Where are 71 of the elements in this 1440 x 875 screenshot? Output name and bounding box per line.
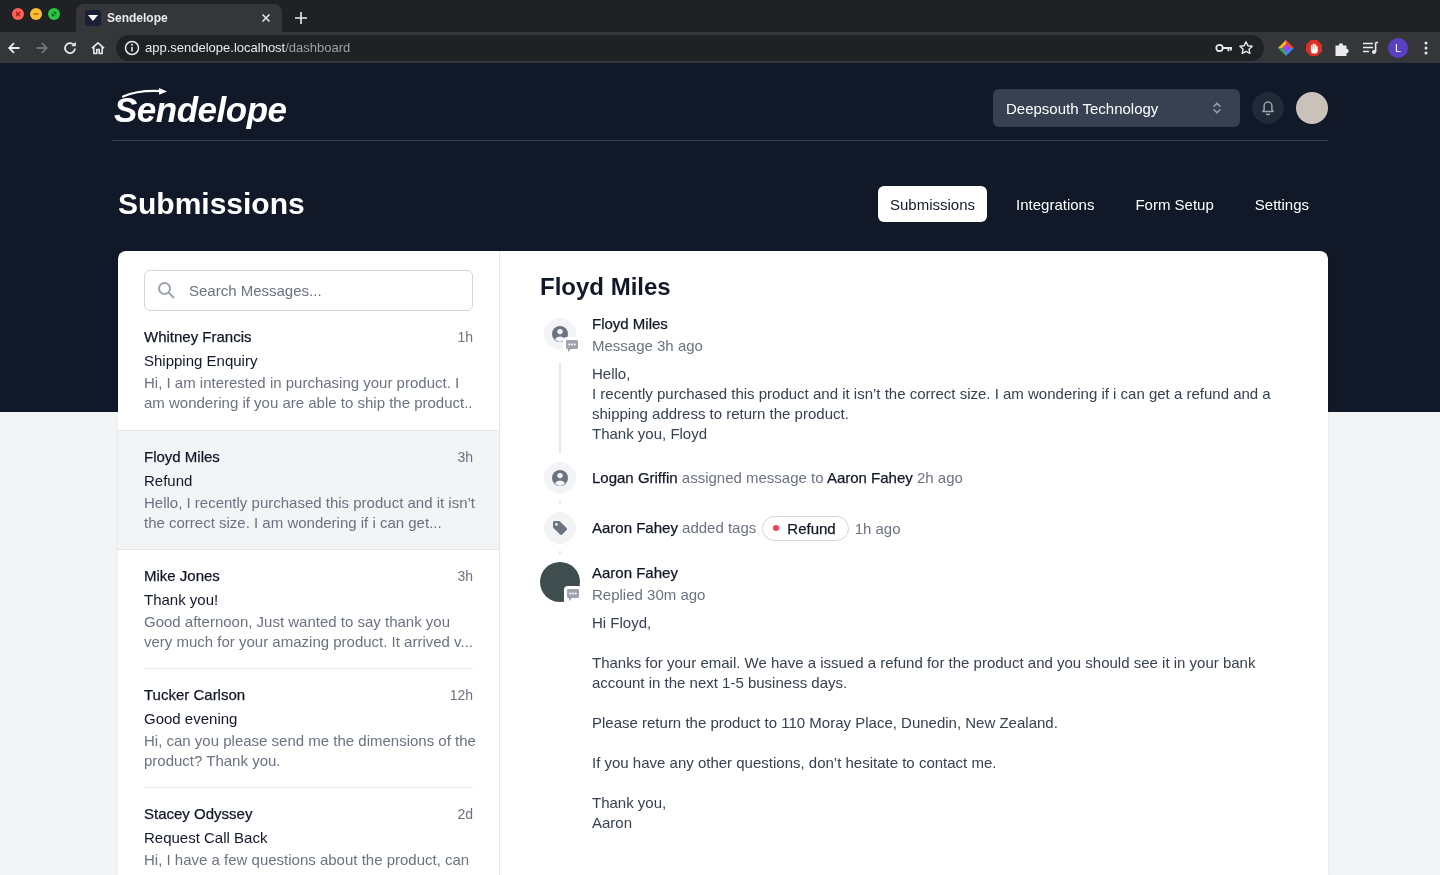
message-subject: Good evening (144, 709, 239, 729)
message-preview: Hi, I have a few questions about the product, can (144, 850, 471, 870)
message-paragraph: Hi Floyd, (592, 613, 653, 633)
nav-tab[interactable]: Form Setup (1123, 186, 1226, 222)
color-wheel-icon[interactable] (1277, 38, 1295, 57)
info-icon[interactable] (124, 39, 140, 56)
swoosh-arrow-icon (122, 88, 168, 98)
logo-text[interactable]: Sendelope (114, 92, 287, 128)
message-preview: Hi, I am interested in purchasing your product. I am wondering if you are able to ship the product.. (144, 373, 474, 413)
message-item[interactable]: Stacey Odyssey 2d Request Call Back Hi, I have a few questions about the product, can (118, 788, 499, 872)
message-time: 12h (449, 686, 473, 705)
tab-title: Sendelope (107, 11, 169, 25)
message-preview: Hello, I recently purchased this product and it isn’t the correct size. I am wondering if i can get... (144, 493, 476, 533)
message-time: 3h (457, 448, 473, 467)
message-preview: Hi, can you please send me the dimensions of the product? Thank you. (144, 731, 476, 771)
message-paragraph: Hello, I recently purchased this product and it isn’t the correct size. I am wondering if i can get a refund and a shipping address to return the product. Thank you, Floyd (592, 364, 1272, 444)
reload-icon[interactable] (62, 39, 78, 56)
message-meta: Replied 30m ago (592, 585, 707, 605)
message-subject: Shipping Enquiry (144, 351, 259, 371)
sender-name: Floyd Miles (144, 447, 220, 467)
home-icon[interactable] (90, 39, 106, 56)
window-close-icon[interactable] (12, 8, 24, 20)
nav-tab[interactable]: Integrations (1004, 186, 1107, 222)
nav-tab[interactable]: Submissions (878, 186, 988, 222)
search-field[interactable]: Search Messages... (144, 270, 473, 311)
author-name: Aaron Fahey (592, 563, 679, 583)
activity-text: Aaron Fahey added tags (592, 518, 757, 538)
message-time: 2d (457, 805, 473, 824)
message-time: 1h (457, 328, 473, 347)
sender-name: Stacey Odyssey (144, 804, 253, 824)
message-subject: Thank you! (144, 590, 220, 610)
sender-name: Whitney Francis (144, 327, 252, 347)
browser-tab[interactable]: Sendelope (76, 4, 282, 32)
window-minimize-icon[interactable] (30, 8, 42, 20)
profile-button[interactable]: L (1388, 37, 1408, 58)
message-paragraph: If you have any other questions, don’t hesitate to contact me. (592, 753, 998, 773)
sender-name: Tucker Carlson (144, 685, 246, 705)
page-title: Submissions (118, 186, 305, 222)
message-meta: Message 3h ago (592, 336, 704, 356)
message-item[interactable]: Tucker Carlson 12h Good evening Hi, can you please send me the dimensions of the product? Thank you. (118, 669, 499, 788)
search-icon (157, 281, 175, 299)
message-paragraph: Thanks for your email. We have a issued a refund for the product and you should see it in your bank account in the next 1-5 business days. (592, 653, 1257, 693)
message-time: 3h (457, 567, 473, 586)
chat-bubble-icon (563, 337, 581, 355)
bell-icon[interactable] (1252, 92, 1284, 124)
user-icon (544, 462, 576, 494)
activity-time: 1h ago (854, 519, 901, 537)
tag-label: Refund (787, 519, 836, 537)
conversation-title: Floyd Miles (540, 273, 672, 301)
message-paragraph: Please return the product to 110 Moray Place, Dunedin, New Zealand. (592, 713, 1059, 733)
url-text: app.sendelope.localhost/dashboard (145, 40, 351, 55)
message-subject: Refund (144, 471, 194, 491)
nav-tab[interactable]: Settings (1242, 186, 1321, 222)
message-subject: Request Call Back (144, 828, 269, 848)
message-item[interactable]: Whitney Francis 1h Shipping Enquiry Hi, I am interested in purchasing your product. I am wondering if you are able to ship the product.. (118, 311, 499, 430)
message-item[interactable]: Floyd Miles 3h Refund Hello, I recently purchased this product and it isn’t the correct size. I am wondering if i can get... (118, 430, 499, 550)
workspace-select[interactable]: Deepsouth Technology (993, 89, 1240, 127)
hand-icon[interactable] (1305, 38, 1323, 57)
address-bar[interactable]: app.sendelope.localhost/dashboard (116, 34, 1264, 61)
message-item[interactable]: Mike Jones 3h Thank you! Good afternoon, Just wanted to say thank you very much for your amazing product. It arrived v... (118, 550, 499, 669)
chat-bubble-icon (564, 586, 582, 604)
activity-text: Logan Griffin assigned message to Aaron Fahey 2h ago (592, 468, 964, 488)
sender-name: Mike Jones (144, 566, 220, 586)
author-name: Floyd Miles (592, 314, 669, 334)
message-paragraph: Thank you, Aaron (592, 793, 668, 833)
avatar-placeholder[interactable] (1296, 92, 1328, 124)
window-zoom-icon[interactable] (48, 8, 60, 20)
key-icon[interactable] (1215, 41, 1233, 54)
message-preview: Good afternoon, Just wanted to say thank you very much for your amazing product. It arrived v... (144, 612, 474, 652)
tag-icon (544, 512, 576, 544)
star-icon[interactable] (1238, 39, 1254, 56)
